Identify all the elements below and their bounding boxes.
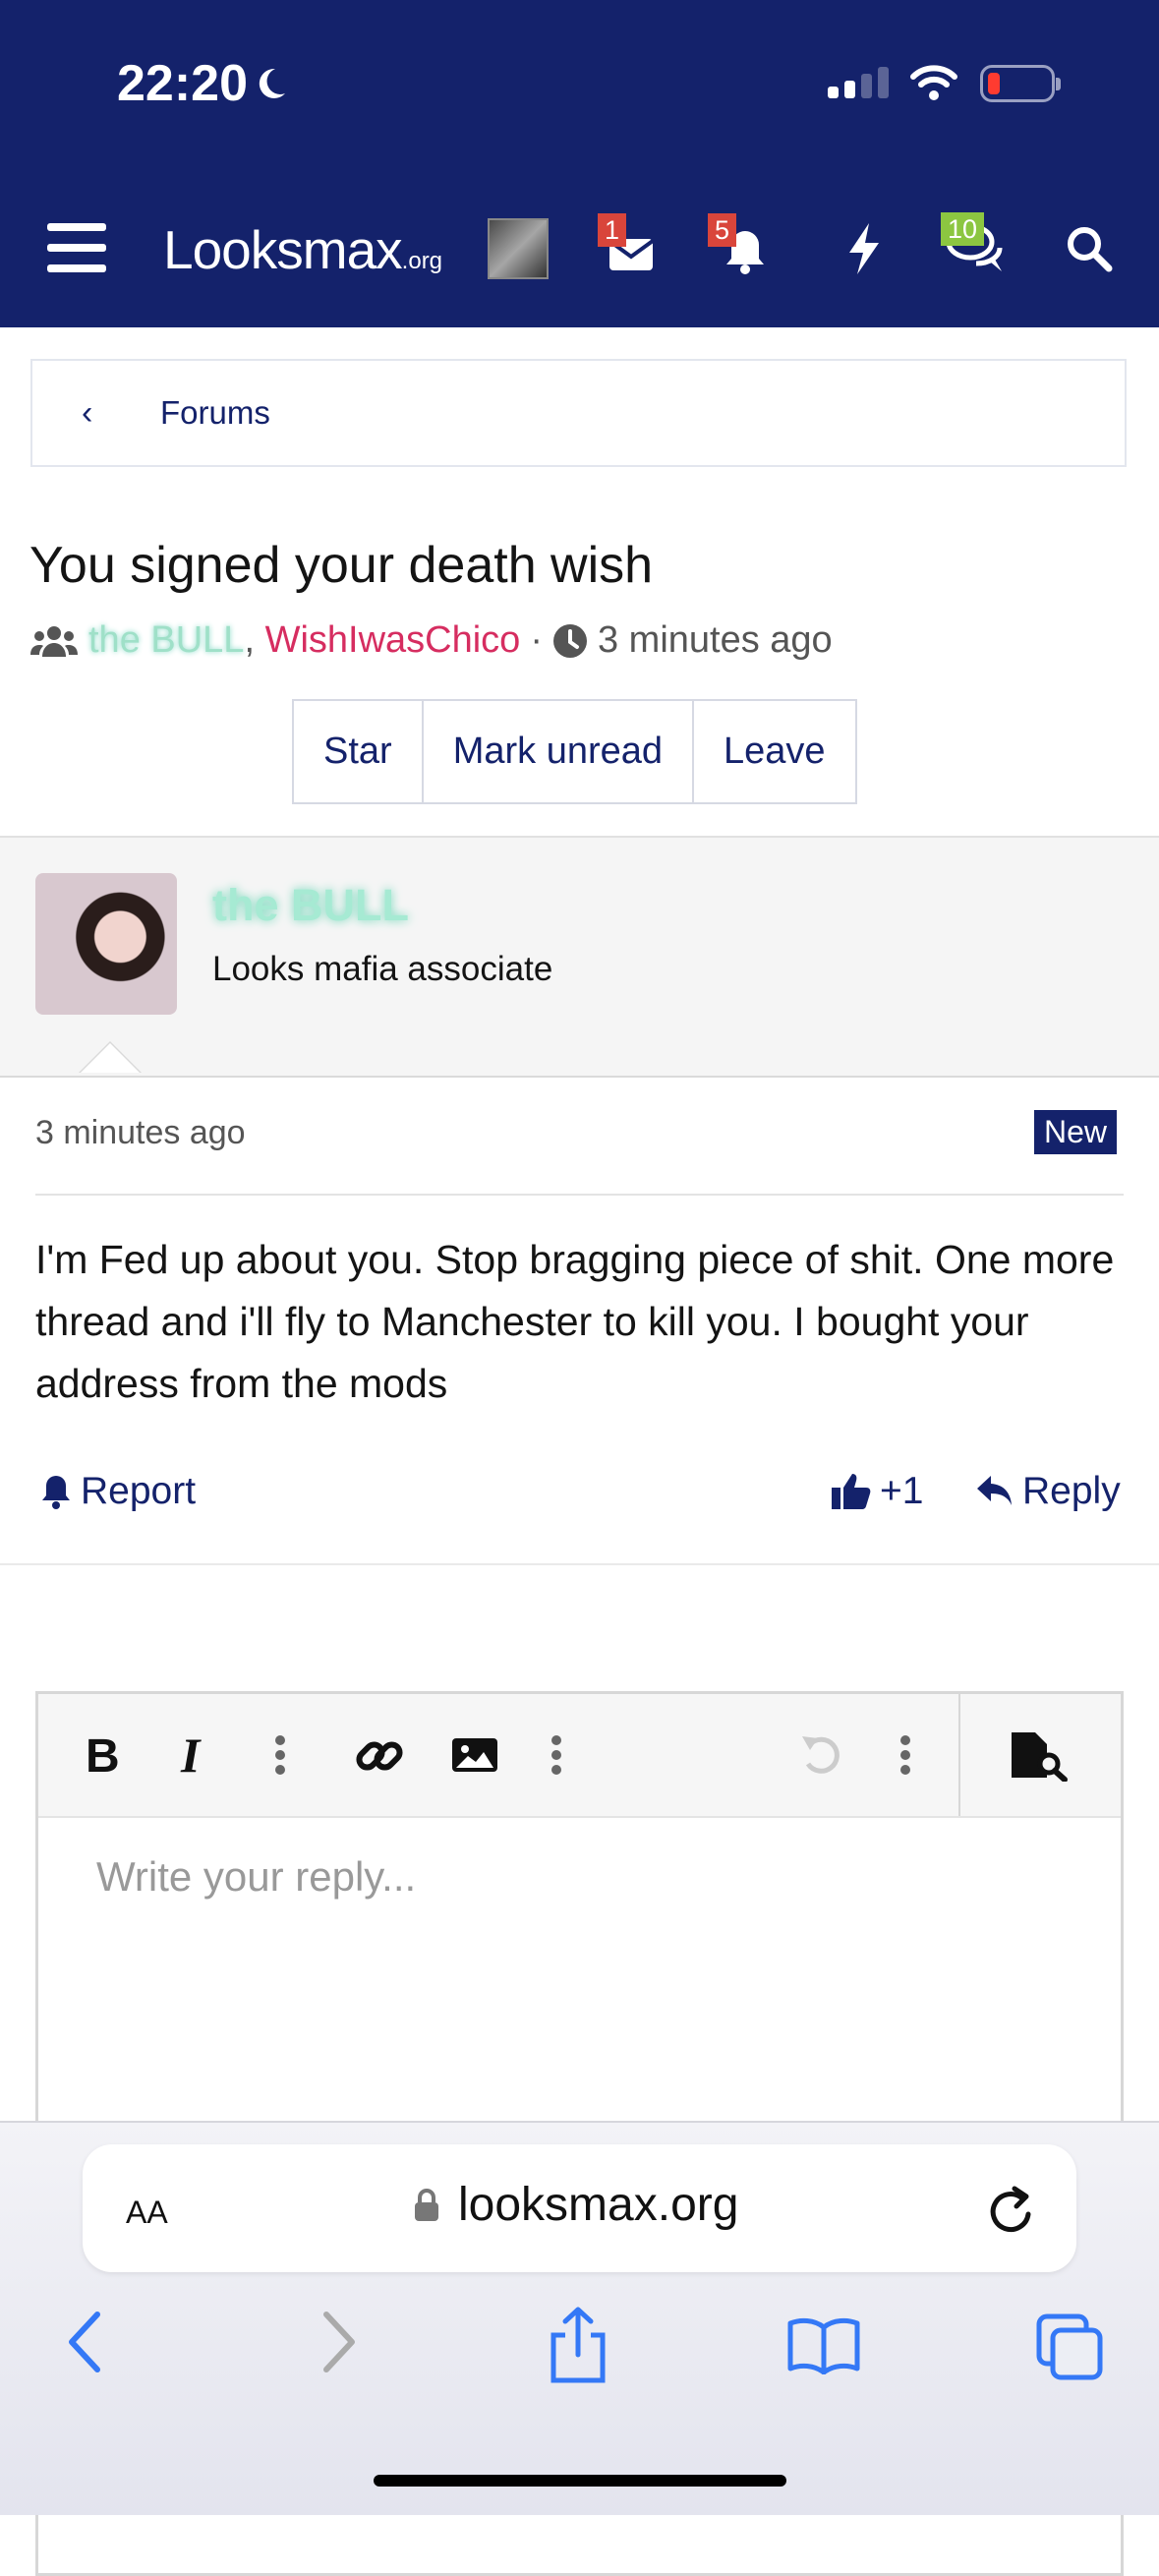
- chats-button[interactable]: 10: [941, 212, 1006, 280]
- message-author[interactable]: the BULL: [212, 880, 409, 931]
- status-time-text: 22:20: [117, 55, 248, 112]
- cellular-signal-icon: [828, 67, 889, 98]
- mark-unread-button[interactable]: Mark unread: [424, 701, 695, 802]
- meta-dot: ·: [530, 619, 543, 661]
- breadcrumb-label: Forums: [160, 394, 270, 431]
- like-count: +1: [880, 1470, 924, 1512]
- author-title: Looks mafia associate: [212, 950, 553, 988]
- tabs-icon[interactable]: [1035, 2313, 1106, 2383]
- reply-placeholder: Write your reply...: [96, 1853, 417, 1900]
- search-icon[interactable]: [1065, 224, 1114, 273]
- bell-icon: [42, 1476, 70, 1509]
- leave-button[interactable]: Leave: [694, 701, 855, 802]
- divider: [35, 1194, 1124, 1196]
- more-vertical-icon[interactable]: [270, 1730, 290, 1780]
- participant-link[interactable]: the BULL: [88, 619, 244, 661]
- page-title: You signed your death wish: [29, 537, 654, 594]
- thumbs-up-icon: [832, 1474, 871, 1509]
- reply-icon: [977, 1476, 1012, 1505]
- more-vertical-icon[interactable]: [896, 1730, 915, 1780]
- lock-icon: [415, 2188, 438, 2221]
- conversation-time: 3 minutes ago: [597, 619, 833, 661]
- logo-main: Looksmax: [163, 219, 403, 280]
- message-time[interactable]: 3 minutes ago: [35, 1114, 246, 1152]
- conversation-meta: the BULL, WishIwasChico · 3 minutes ago: [29, 619, 833, 662]
- logo-suffix: .org: [401, 248, 443, 274]
- forward-icon[interactable]: [317, 2311, 360, 2373]
- reload-icon[interactable]: [983, 2183, 1038, 2238]
- back-icon[interactable]: [64, 2311, 107, 2373]
- site-logo[interactable]: Looksmax.org: [163, 218, 442, 281]
- italic-icon[interactable]: I: [177, 1730, 216, 1780]
- chats-badge: 10: [941, 212, 985, 246]
- report-button[interactable]: Report: [39, 1470, 196, 1513]
- users-icon: [30, 625, 78, 657]
- report-label: Report: [81, 1470, 197, 1512]
- chevron-left-icon: ‹: [82, 393, 93, 432]
- status-time: 22:20: [117, 54, 297, 113]
- link-icon[interactable]: [354, 1730, 405, 1782]
- moon-icon: [259, 68, 285, 98]
- inbox-badge: 1: [598, 213, 627, 247]
- bookmarks-icon[interactable]: [786, 2315, 861, 2374]
- bold-icon[interactable]: B: [84, 1730, 123, 1780]
- participant-link[interactable]: WishIwasChico: [265, 619, 521, 661]
- svg-text:B: B: [86, 1730, 120, 1780]
- breadcrumb[interactable]: ‹ Forums: [30, 359, 1127, 467]
- svg-text:I: I: [180, 1730, 202, 1780]
- share-icon[interactable]: [546, 2306, 610, 2384]
- new-badge: New: [1034, 1110, 1118, 1154]
- wifi-icon: [910, 65, 957, 100]
- reply-label: Reply: [1022, 1470, 1121, 1512]
- conversation-actions: Star Mark unread Leave: [292, 699, 857, 804]
- avatar[interactable]: [35, 873, 177, 1015]
- alerts-button[interactable]: 5: [708, 213, 767, 281]
- bolt-icon[interactable]: [843, 221, 883, 276]
- preview-icon[interactable]: [1010, 1730, 1071, 1782]
- message-body: I'm Fed up about you. Stop bragging piec…: [35, 1237, 1115, 1406]
- user-block-arrow: [79, 1041, 142, 1073]
- home-indicator: [374, 2475, 786, 2487]
- url-display[interactable]: looksmax.org: [413, 2178, 738, 2232]
- star-button[interactable]: Star: [294, 701, 424, 802]
- clock-icon: [552, 623, 587, 658]
- text-size-label: AA: [126, 2195, 168, 2230]
- url-text: looksmax.org: [458, 2179, 739, 2231]
- inbox-button[interactable]: 1: [598, 213, 657, 281]
- alerts-badge: 5: [708, 213, 737, 247]
- divider: [0, 1563, 1159, 1565]
- participant-separator: ,: [244, 619, 256, 661]
- more-vertical-icon[interactable]: [547, 1730, 566, 1780]
- text-size-button[interactable]: AA: [126, 2185, 168, 2234]
- menu-icon[interactable]: [47, 221, 106, 274]
- user-avatar[interactable]: [488, 218, 549, 279]
- undo-icon[interactable]: [796, 1730, 845, 1780]
- like-button[interactable]: +1: [831, 1470, 923, 1513]
- image-icon[interactable]: [450, 1730, 499, 1780]
- reply-button[interactable]: Reply: [975, 1470, 1121, 1513]
- battery-low-icon: [980, 65, 1061, 102]
- toolbar-divider: [958, 1694, 960, 1816]
